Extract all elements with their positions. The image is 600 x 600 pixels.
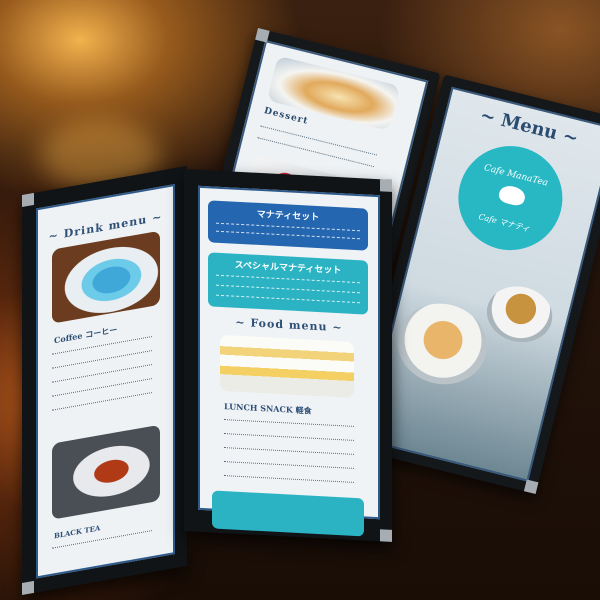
- cafe-logo: Cafe ManaTea Cafe マナティ: [447, 135, 574, 262]
- manatee-icon: [497, 183, 527, 208]
- front-menu-trifold: ~ Drink menu ~ Coffee コーヒー BLACK TEA マナテ…: [6, 165, 406, 595]
- set-description-line: [216, 294, 360, 304]
- manatee-info-badge: [212, 490, 364, 537]
- special-manatea-set-banner: スペシャルマナティセット: [208, 252, 368, 315]
- black-tea-photo: [52, 424, 160, 520]
- manatea-set-banner: マナティセット: [208, 200, 368, 251]
- cover-corner: [523, 479, 539, 494]
- set-title: マナティセット: [256, 208, 320, 223]
- menu-item-line: [224, 447, 354, 455]
- lunch-snack-label: LUNCH SNACK 軽食: [224, 401, 312, 416]
- set-description-line: [216, 230, 360, 240]
- menu-item-line: [224, 433, 354, 441]
- menu-item-line: [260, 125, 377, 156]
- sandwich-photo: [220, 334, 354, 398]
- cover-corner: [380, 179, 392, 192]
- coffee-cup-photo: [52, 230, 160, 324]
- cover-corner: [22, 192, 34, 207]
- drink-menu-page: ~ Drink menu ~ Coffee コーヒー BLACK TEA: [36, 184, 175, 579]
- teacup-photo: [480, 279, 559, 349]
- cover-corner: [380, 529, 392, 542]
- tea-section-label: BLACK TEA: [54, 523, 101, 541]
- menu-item-line: [224, 419, 354, 427]
- menu-item-line: [224, 475, 354, 483]
- set-description-line: [216, 284, 360, 294]
- food-menu-page: マナティセット スペシャルマナティセット ~ Food menu ~ LUNCH…: [198, 185, 380, 537]
- front-menu-middle-panel: マナティセット スペシャルマナティセット ~ Food menu ~ LUNCH…: [184, 169, 392, 542]
- set-title: スペシャルマナティセット: [234, 259, 342, 276]
- menu-item-line: [52, 392, 152, 411]
- logo-subname: Cafe マナティ: [477, 212, 531, 234]
- front-menu-left-panel: ~ Drink menu ~ Coffee コーヒー BLACK TEA: [22, 165, 187, 595]
- food-menu-heading: ~ Food menu ~: [235, 315, 343, 335]
- cover-corner: [22, 580, 34, 595]
- menu-item-line: [224, 461, 354, 469]
